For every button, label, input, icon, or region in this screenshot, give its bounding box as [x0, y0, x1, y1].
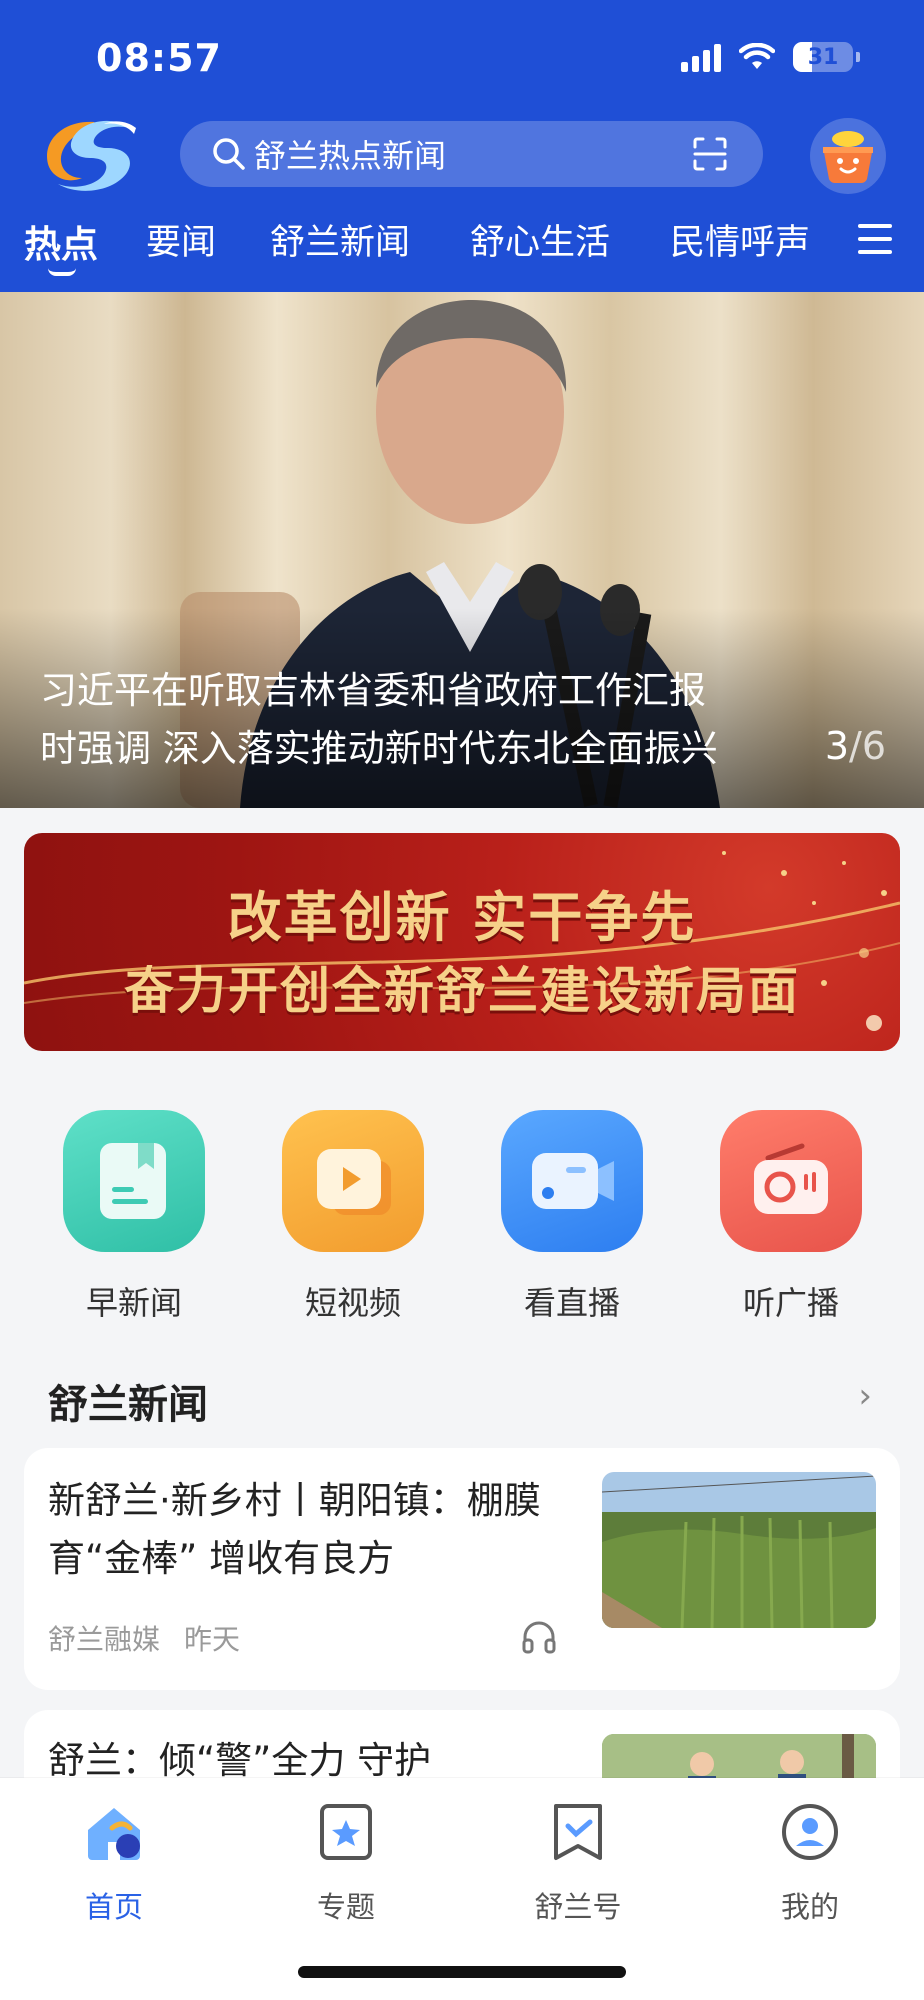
home-indicator[interactable]: [298, 1966, 626, 1978]
headphones-icon[interactable]: [520, 1618, 558, 1656]
tabbar-label: 舒兰号: [534, 1890, 622, 1924]
cellular-signal-icon: [681, 42, 721, 72]
tab-life[interactable]: 舒心生活: [470, 214, 610, 265]
hero-caption-line1: 习近平在听取吉林省委和省政府工作汇报: [40, 669, 706, 712]
wifi-icon: [739, 43, 775, 69]
battery-icon: 31: [793, 42, 853, 72]
article-source: 舒兰融媒: [48, 1623, 161, 1656]
status-time: 08:57: [96, 36, 222, 80]
shortcut-short-video[interactable]: 短视频: [253, 1110, 453, 1324]
tabbar-mine[interactable]: 我的: [730, 1800, 890, 1926]
battery-level: 31: [807, 44, 839, 70]
news-note-icon: [100, 1143, 166, 1219]
topics-star-icon: [320, 1804, 372, 1860]
article-title: 新舒兰·新乡村丨朝阳镇：棚膜育“金棒” 增收有良方: [48, 1479, 541, 1580]
tab-hot[interactable]: 热点: [24, 214, 98, 268]
shortcut-label: 听广播: [742, 1284, 839, 1322]
radio-icon: [754, 1143, 828, 1214]
article-card[interactable]: 新舒兰·新乡村丨朝阳镇：棚膜育“金棒” 增收有良方 舒兰融媒 昨天: [24, 1448, 900, 1690]
tabbar-label: 专题: [316, 1890, 375, 1924]
pager-total: /6: [849, 724, 886, 768]
channel-menu-icon[interactable]: [858, 224, 892, 258]
search-icon: [213, 138, 245, 170]
live-camera-icon: [532, 1153, 614, 1209]
banner-line1: 改革创新 实干争先: [227, 886, 697, 949]
pager-current: 3: [824, 724, 850, 768]
bookmark-check-icon: [554, 1804, 602, 1860]
promo-banner[interactable]: 改革创新 实干争先 奋力开创全新舒兰建设新局面: [24, 833, 900, 1051]
shortcut-radio[interactable]: 听广播: [691, 1110, 891, 1324]
tabbar-shulan-hao[interactable]: 舒兰号: [498, 1800, 658, 1926]
home-icon: [88, 1808, 140, 1860]
tab-headlines[interactable]: 要闻: [146, 214, 216, 265]
shortcut-label: 早新闻: [85, 1284, 182, 1322]
tabbar-label: 我的: [780, 1890, 839, 1924]
shortcut-label: 短视频: [304, 1284, 401, 1322]
top-header: 08:57 31 舒兰热点新闻 热点 要闻 舒兰新闻 舒心生活 民情呼声: [0, 0, 924, 292]
tab-public-voice[interactable]: 民情呼声: [670, 214, 810, 265]
article-thumbnail: [602, 1472, 876, 1628]
tab-shulan-news[interactable]: 舒兰新闻: [270, 214, 410, 265]
app-logo: [47, 120, 136, 191]
gift-button[interactable]: [810, 118, 886, 194]
shortcut-grid: 早新闻 短视频 看直播 听广播: [0, 1110, 924, 1330]
hero-caption[interactable]: 习近平在听取吉林省委和省政府工作汇报 时强调 深入落实推动新时代东北全面振兴: [40, 662, 800, 778]
search-placeholder: 舒兰热点新闻: [254, 137, 447, 175]
hero-carousel[interactable]: 习近平在听取吉林省委和省政府工作汇报 时强调 深入落实推动新时代东北全面振兴 3…: [0, 292, 924, 808]
shortcut-morning-news[interactable]: 早新闻: [34, 1110, 234, 1324]
section-title: 舒兰新闻: [48, 1382, 208, 1428]
video-play-icon: [317, 1149, 391, 1215]
status-icons: 31: [681, 42, 860, 72]
article-time: 昨天: [184, 1623, 241, 1656]
banner-line2: 奋力开创全新舒兰建设新局面: [124, 962, 800, 1020]
section-more-arrow[interactable]: ›: [858, 1376, 872, 1416]
active-tab-indicator: [48, 268, 76, 276]
search-bar[interactable]: 舒兰热点新闻: [180, 121, 763, 187]
carousel-pager: 3/6: [825, 724, 886, 768]
tabbar-label: 首页: [84, 1890, 143, 1924]
article-meta: 舒兰融媒 昨天: [48, 1618, 240, 1658]
hero-caption-line2: 时强调 深入落实推动新时代东北全面振兴: [40, 727, 718, 770]
tabbar-topics[interactable]: 专题: [266, 1800, 426, 1926]
profile-icon: [782, 1804, 838, 1860]
tabbar-home[interactable]: 首页: [34, 1800, 194, 1926]
scan-icon[interactable]: [693, 137, 727, 171]
shortcut-label: 看直播: [523, 1284, 620, 1322]
gift-basket-icon: [823, 131, 873, 184]
shortcut-live[interactable]: 看直播: [472, 1110, 672, 1324]
channel-tabs: 热点 要闻 舒兰新闻 舒心生活 民情呼声: [0, 214, 924, 274]
